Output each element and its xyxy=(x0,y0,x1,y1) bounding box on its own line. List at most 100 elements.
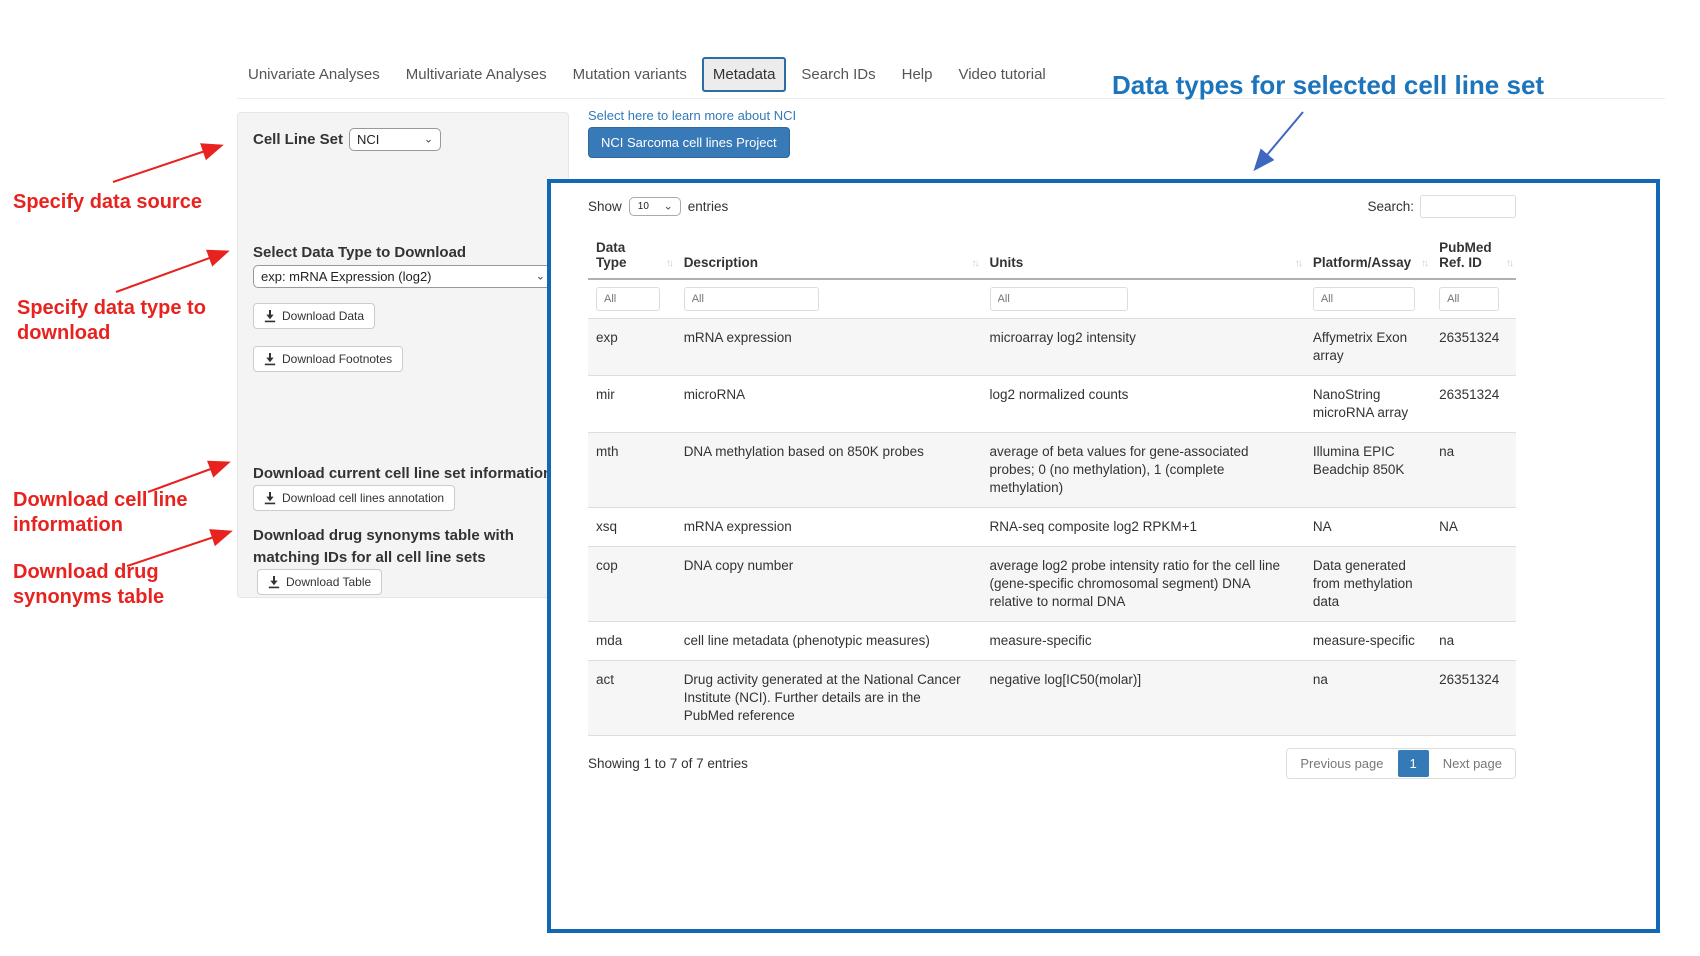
annotation-download-drug-synonyms: Download drug synonyms table xyxy=(13,560,208,610)
download-icon xyxy=(264,310,276,323)
col-header-description[interactable]: Description↑↓ xyxy=(676,234,982,279)
red-arrow-data-type xyxy=(116,252,226,292)
red-arrow-data-source xyxy=(113,146,220,182)
tab-multivariate-analyses[interactable]: Multivariate Analyses xyxy=(395,57,558,92)
search-label: Search: xyxy=(1367,199,1414,214)
annotation-specify-data-source: Specify data source xyxy=(13,190,223,215)
download-icon xyxy=(264,492,276,505)
page-1-button[interactable]: 1 xyxy=(1398,750,1429,777)
col-header-platform[interactable]: Platform/Assay↑↓ xyxy=(1305,234,1431,279)
download-panel: Cell Line Set NCI ⌄ Select Data Type to … xyxy=(237,112,569,598)
cell-description: DNA copy number xyxy=(676,547,982,622)
cell-pubmed: NA xyxy=(1431,508,1516,547)
tab-mutation-variants[interactable]: Mutation variants xyxy=(562,57,698,92)
cell-units: log2 normalized counts xyxy=(982,376,1305,433)
download-footnotes-button[interactable]: Download Footnotes xyxy=(253,346,403,372)
cell-platform: Illumina EPIC Beadchip 850K xyxy=(1305,433,1431,508)
table-row: mirmicroRNAlog2 normalized countsNanoStr… xyxy=(588,376,1516,433)
cell-pubmed xyxy=(1431,547,1516,622)
project-button[interactable]: NCI Sarcoma cell lines Project xyxy=(588,127,790,158)
entries-label: entries xyxy=(688,199,729,214)
tab-univariate-analyses[interactable]: Univariate Analyses xyxy=(237,57,391,92)
tab-metadata[interactable]: Metadata xyxy=(702,57,787,92)
cell-line-set-select[interactable]: NCI ⌄ xyxy=(349,128,441,151)
cell-data-type: exp xyxy=(588,319,676,376)
sort-icon: ↑↓ xyxy=(972,258,978,269)
data-type-select[interactable]: exp: mRNA Expression (log2) ⌄ xyxy=(253,265,553,288)
filter-platform[interactable] xyxy=(1313,287,1415,311)
page-length-select[interactable]: 10 ⌄ xyxy=(629,197,681,216)
filter-pubmed[interactable] xyxy=(1439,287,1499,311)
download-data-button[interactable]: Download Data xyxy=(253,303,375,329)
cell-line-info-heading: Download current cell line set informati… xyxy=(253,465,552,482)
table-row: copDNA copy numberaverage log2 probe int… xyxy=(588,547,1516,622)
cell-platform: NanoString microRNA array xyxy=(1305,376,1431,433)
cell-description: cell line metadata (phenotypic measures) xyxy=(676,622,982,661)
tab-help[interactable]: Help xyxy=(891,57,944,92)
download-table-button[interactable]: Download Table xyxy=(257,569,382,595)
cell-units: average of beta values for gene-associat… xyxy=(982,433,1305,508)
cell-units: negative log[IC50(molar)] xyxy=(982,661,1305,736)
cell-data-type: mth xyxy=(588,433,676,508)
search-input[interactable] xyxy=(1420,195,1516,218)
cell-platform: Affymetrix Exon array xyxy=(1305,319,1431,376)
table-row: xsqmRNA expressionRNA-seq composite log2… xyxy=(588,508,1516,547)
filter-data-type[interactable] xyxy=(596,287,660,311)
next-page-button[interactable]: Next page xyxy=(1430,749,1515,778)
download-cell-lines-annotation-button[interactable]: Download cell lines annotation xyxy=(253,485,455,511)
cell-pubmed: 26351324 xyxy=(1431,376,1516,433)
sort-icon: ↑↓ xyxy=(1421,258,1427,269)
sort-icon: ↑↓ xyxy=(1295,258,1301,269)
cell-pubmed: na xyxy=(1431,433,1516,508)
cell-platform: Data generated from methylation data xyxy=(1305,547,1431,622)
cell-description: mRNA expression xyxy=(676,319,982,376)
download-icon xyxy=(268,576,280,589)
chevron-down-icon: ⌄ xyxy=(424,132,433,145)
table-row: expmRNA expressionmicroarray log2 intens… xyxy=(588,319,1516,376)
table-row: mdacell line metadata (phenotypic measur… xyxy=(588,622,1516,661)
annotation-data-types-heading: Data types for selected cell line set xyxy=(1112,70,1612,101)
page-length-value: 10 xyxy=(638,201,649,212)
col-header-units[interactable]: Units↑↓ xyxy=(982,234,1305,279)
sort-icon: ↑↓ xyxy=(666,258,672,269)
cell-description: microRNA xyxy=(676,376,982,433)
cell-data-type: mda xyxy=(588,622,676,661)
cell-units: measure-specific xyxy=(982,622,1305,661)
data-type-value: exp: mRNA Expression (log2) xyxy=(261,269,432,284)
blue-arrow-data-types xyxy=(1256,112,1303,168)
chevron-down-icon: ⌄ xyxy=(664,199,673,212)
filter-units[interactable] xyxy=(990,287,1128,311)
cell-data-type: cop xyxy=(588,547,676,622)
cell-data-type: mir xyxy=(588,376,676,433)
table-row: mthDNA methylation based on 850K probesa… xyxy=(588,433,1516,508)
cell-line-set-label: Cell Line Set xyxy=(253,131,343,148)
annotation-download-cell-line-info: Download cell line information xyxy=(13,488,208,538)
cell-description: Drug activity generated at the National … xyxy=(676,661,982,736)
cell-data-type: xsq xyxy=(588,508,676,547)
learn-more-link[interactable]: Select here to learn more about NCI xyxy=(588,108,796,123)
cell-units: RNA-seq composite log2 RPKM+1 xyxy=(982,508,1305,547)
cell-data-type: act xyxy=(588,661,676,736)
page: Univariate Analyses Multivariate Analyse… xyxy=(0,0,1700,956)
annotation-specify-data-type: Specify data type to download xyxy=(17,296,237,346)
cell-pubmed: 26351324 xyxy=(1431,319,1516,376)
cell-units: microarray log2 intensity xyxy=(982,319,1305,376)
data-type-label: Select Data Type to Download xyxy=(253,244,466,261)
data-types-box: Show 10 ⌄ entries Search: Data Type↑↓ xyxy=(547,179,1660,933)
cell-platform: measure-specific xyxy=(1305,622,1431,661)
cell-description: DNA methylation based on 850K probes xyxy=(676,433,982,508)
show-label: Show xyxy=(588,199,622,214)
previous-page-button[interactable]: Previous page xyxy=(1287,749,1396,778)
tab-video-tutorial[interactable]: Video tutorial xyxy=(947,57,1056,92)
table-controls: Show 10 ⌄ entries Search: xyxy=(588,195,1516,218)
cell-pubmed: 26351324 xyxy=(1431,661,1516,736)
filter-description[interactable] xyxy=(684,287,819,311)
chevron-down-icon: ⌄ xyxy=(536,269,545,282)
table-row: actDrug activity generated at the Nation… xyxy=(588,661,1516,736)
data-types-table: Data Type↑↓ Description↑↓ Units↑↓ Platfo… xyxy=(588,234,1516,736)
cell-pubmed: na xyxy=(1431,622,1516,661)
col-header-pubmed[interactable]: PubMed Ref. ID↑↓ xyxy=(1431,234,1516,279)
pagination: Previous page 1 Next page xyxy=(1286,748,1516,779)
col-header-data-type[interactable]: Data Type↑↓ xyxy=(588,234,676,279)
tab-search-ids[interactable]: Search IDs xyxy=(790,57,886,92)
